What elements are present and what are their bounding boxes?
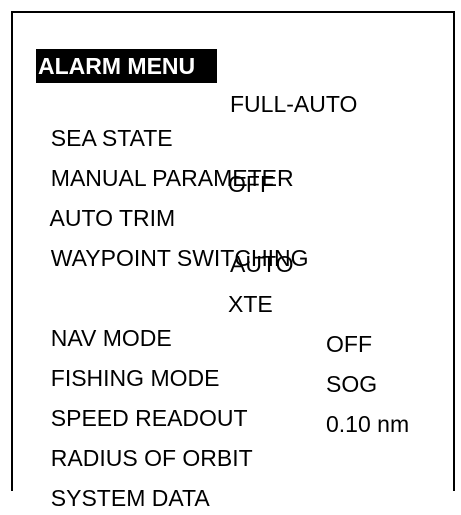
menu-item-value: OFF: [228, 171, 274, 197]
menu-item-value: XTE: [228, 291, 273, 317]
menu-item-manual-parameter[interactable]: MANUAL PARAMETER: [38, 127, 294, 191]
menu-item-fishing-mode[interactable]: FISHING MODE OFF: [38, 327, 372, 391]
menu-item-system-data[interactable]: SYSTEM DATA: [38, 447, 210, 511]
menu-item-waypoint-switching[interactable]: WAYPOINT SWITCHING: [38, 207, 309, 271]
menu-item-value: AUTO: [230, 251, 294, 277]
menu-item-radius-of-orbit[interactable]: RADIUS OF ORBIT 0.10 nm: [38, 407, 409, 471]
menu-item-value: 0.10 nm: [326, 411, 410, 437]
menu-item-speed-readout[interactable]: SPEED READOUT SOG: [38, 367, 377, 431]
menu-item-sea-state[interactable]: SEA STATE FULL-AUTO: [38, 87, 358, 151]
menu-item-waypoint-switching-value[interactable]: AUTO: [38, 247, 293, 281]
menu-item-label: SYSTEM DATA: [50, 485, 210, 511]
menu-item-value: OFF: [326, 331, 372, 357]
menu-item-value: FULL-AUTO: [230, 91, 358, 117]
menu-title: ALARM MENU: [36, 49, 218, 83]
menu-item-value: SOG: [326, 371, 378, 397]
menu-item-auto-trim[interactable]: AUTO TRIM OFF: [38, 167, 274, 231]
menu-item-nav-mode[interactable]: NAV MODE XTE: [38, 287, 273, 351]
